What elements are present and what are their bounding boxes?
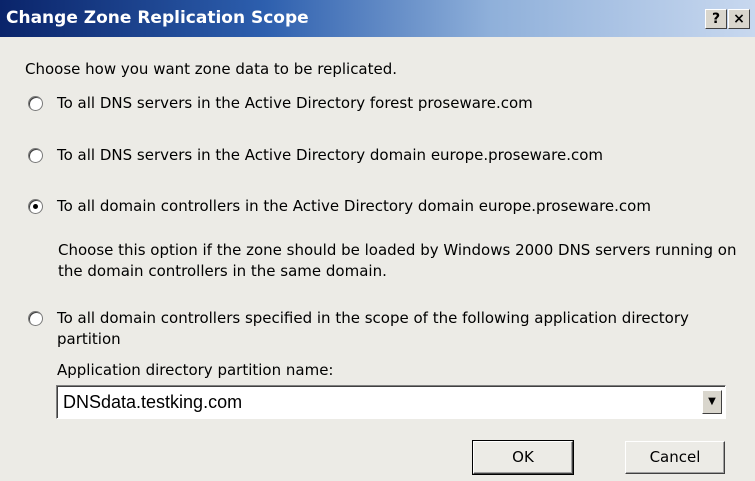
option-forest-label[interactable]: To all DNS servers in the Active Directo… [57,94,533,112]
change-zone-replication-scope-dialog: Change Zone Replication Scope ? × Choose… [0,0,755,481]
window-title: Change Zone Replication Scope [6,8,309,28]
partition-name-label: Application directory partition name: [57,361,334,379]
replication-prompt: Choose how you want zone data to be repl… [25,60,398,78]
option-domain-controllers-label[interactable]: To all domain controllers in the Active … [57,197,651,215]
ok-button[interactable]: OK [472,440,574,475]
chevron-down-icon[interactable]: ▼ [702,390,722,414]
option-note: Choose this option if the zone should be… [58,240,738,282]
radio-forest[interactable] [28,96,43,111]
partition-name-combobox[interactable]: DNSdata.testking.com ▼ [56,385,726,419]
cancel-button[interactable]: Cancel [625,441,725,474]
help-button[interactable]: ? [705,9,727,29]
radio-domain-dns[interactable] [28,148,43,163]
option-application-partition-label[interactable]: To all domain controllers specified in t… [57,308,697,350]
radio-domain-controllers[interactable] [28,199,43,214]
option-domain-dns-label[interactable]: To all DNS servers in the Active Directo… [57,146,603,164]
option-note-text: Choose this option if the zone should be… [58,241,737,280]
partition-name-value: DNSdata.testking.com [63,392,243,412]
title-bar[interactable]: Change Zone Replication Scope ? × [0,0,755,37]
close-button[interactable]: × [728,9,750,29]
radio-application-partition[interactable] [28,311,43,326]
